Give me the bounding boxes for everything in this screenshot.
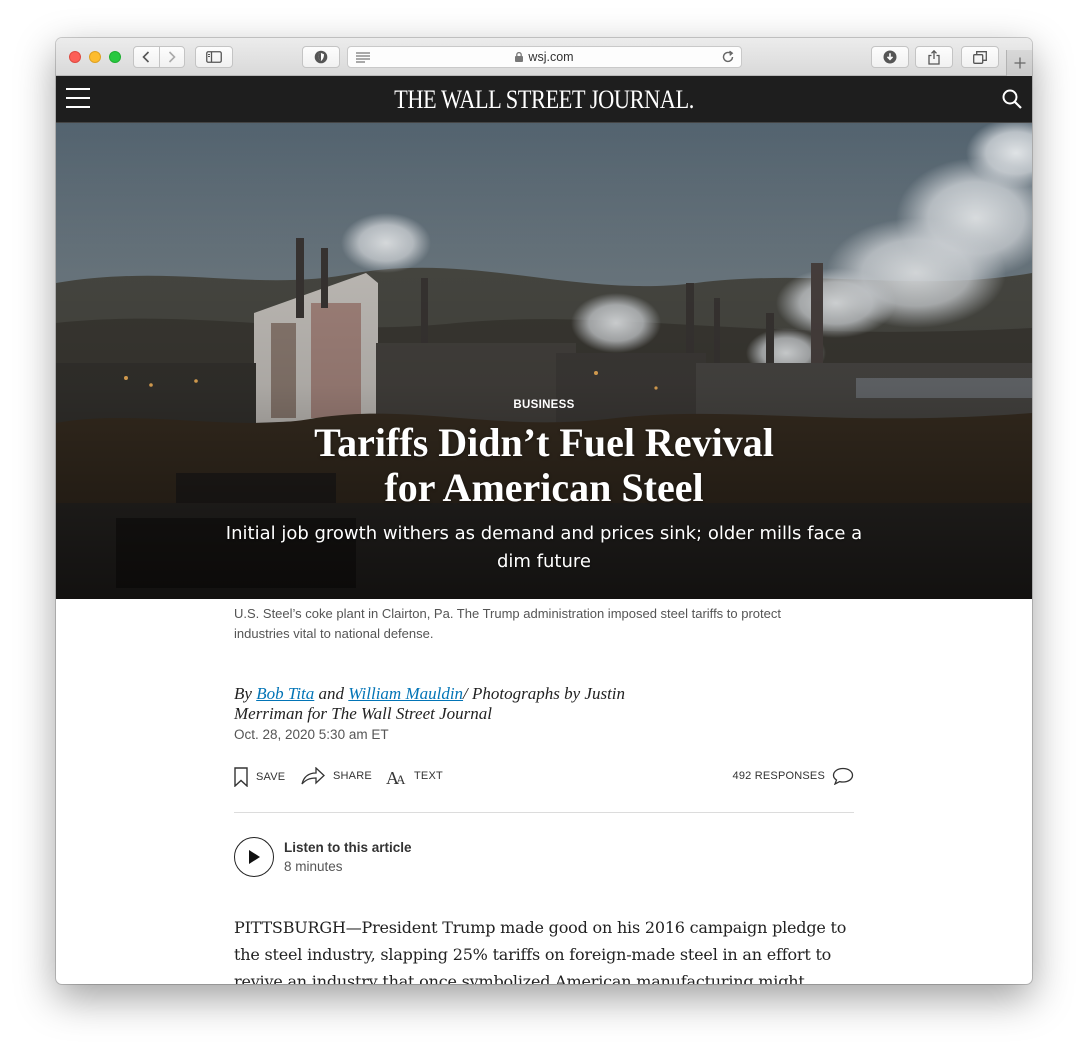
search-icon[interactable] (1002, 89, 1022, 109)
site-logo[interactable]: THE WALL STREET JOURNAL. (124, 85, 963, 115)
bookmark-icon (234, 767, 248, 787)
article-tools: SAVE SHARE AA TEXT 492 RESPONSES (234, 765, 854, 813)
audio-player: Listen to this article 8 minutes (234, 837, 854, 877)
address-bar[interactable]: wsj.com (347, 46, 742, 68)
share-button[interactable]: SHARE (301, 767, 372, 785)
author-link-william-mauldin[interactable]: William Mauldin (348, 684, 463, 703)
byline: By Bob Tita and William Mauldin/ Photogr… (234, 684, 674, 724)
share-page-button[interactable] (915, 46, 953, 68)
comment-icon (832, 767, 854, 785)
downloads-button[interactable] (871, 46, 909, 68)
reload-icon[interactable] (721, 50, 735, 64)
shield-icon (314, 50, 328, 64)
author-link-bob-tita[interactable]: Bob Tita (256, 684, 314, 703)
tabs-icon (973, 50, 987, 64)
plus-icon (1014, 57, 1025, 69)
byline-prefix: By (234, 684, 252, 703)
publish-date: Oct. 28, 2020 5:30 am ET (234, 727, 389, 742)
article-headline: Tariffs Didn’t Fuel Revival for American… (314, 420, 774, 510)
new-tab-button[interactable] (1006, 50, 1032, 76)
save-label: SAVE (256, 771, 286, 783)
chevron-right-icon (168, 51, 176, 63)
lock-icon (515, 52, 524, 62)
text-size-icon: AA (386, 768, 406, 785)
tab-overview-button[interactable] (961, 46, 999, 68)
article-dek: Initial job growth withers as demand and… (225, 523, 863, 572)
forward-button[interactable] (160, 47, 185, 67)
download-icon (883, 50, 897, 64)
listen-duration: 8 minutes (284, 859, 343, 874)
minimize-window-button[interactable] (89, 51, 101, 63)
close-window-button[interactable] (69, 51, 81, 63)
url-text: wsj.com (528, 50, 574, 64)
svg-text:A: A (396, 772, 406, 785)
text-size-button[interactable]: AA TEXT (386, 767, 443, 785)
byline-and: and (318, 684, 345, 703)
listen-title: Listen to this article (284, 840, 412, 855)
responses-label: 492 RESPONSES (732, 770, 825, 782)
sidebar-icon (206, 51, 222, 63)
history-nav (133, 46, 185, 68)
chevron-left-icon (142, 51, 150, 63)
browser-window: wsj.com THE WALL STREET JOURNAL. BUSINES… (56, 38, 1032, 984)
play-icon (249, 850, 260, 864)
share-label: SHARE (333, 770, 372, 782)
section-label[interactable]: BUSINESS (56, 399, 1032, 411)
article-body: U.S. Steel’s coke plant in Clairton, Pa.… (234, 599, 854, 984)
photo-caption: U.S. Steel’s coke plant in Clairton, Pa.… (234, 606, 781, 641)
play-button[interactable] (234, 837, 274, 877)
responses-button[interactable]: 492 RESPONSES (733, 767, 854, 785)
site-header: THE WALL STREET JOURNAL. (56, 76, 1032, 123)
article-paragraph: PITTSBURGH—President Trump made good on … (234, 918, 847, 984)
privacy-extension-button[interactable] (302, 46, 340, 68)
reader-view-icon[interactable] (356, 51, 370, 63)
sidebar-button[interactable] (195, 46, 233, 68)
back-button[interactable] (134, 47, 160, 67)
menu-icon[interactable] (66, 88, 90, 110)
save-button[interactable]: SAVE (234, 767, 285, 787)
share-arrow-icon (301, 767, 325, 785)
fullscreen-window-button[interactable] (109, 51, 121, 63)
audio-info: Listen to this article 8 minutes (284, 840, 412, 874)
hero-text: BUSINESS Tariffs Didn’t Fuel Revival for… (56, 399, 1032, 576)
hero-section: BUSINESS Tariffs Didn’t Fuel Revival for… (56, 123, 1032, 599)
browser-toolbar: wsj.com (56, 38, 1032, 76)
text-label: TEXT (414, 770, 443, 782)
share-icon (928, 49, 940, 65)
